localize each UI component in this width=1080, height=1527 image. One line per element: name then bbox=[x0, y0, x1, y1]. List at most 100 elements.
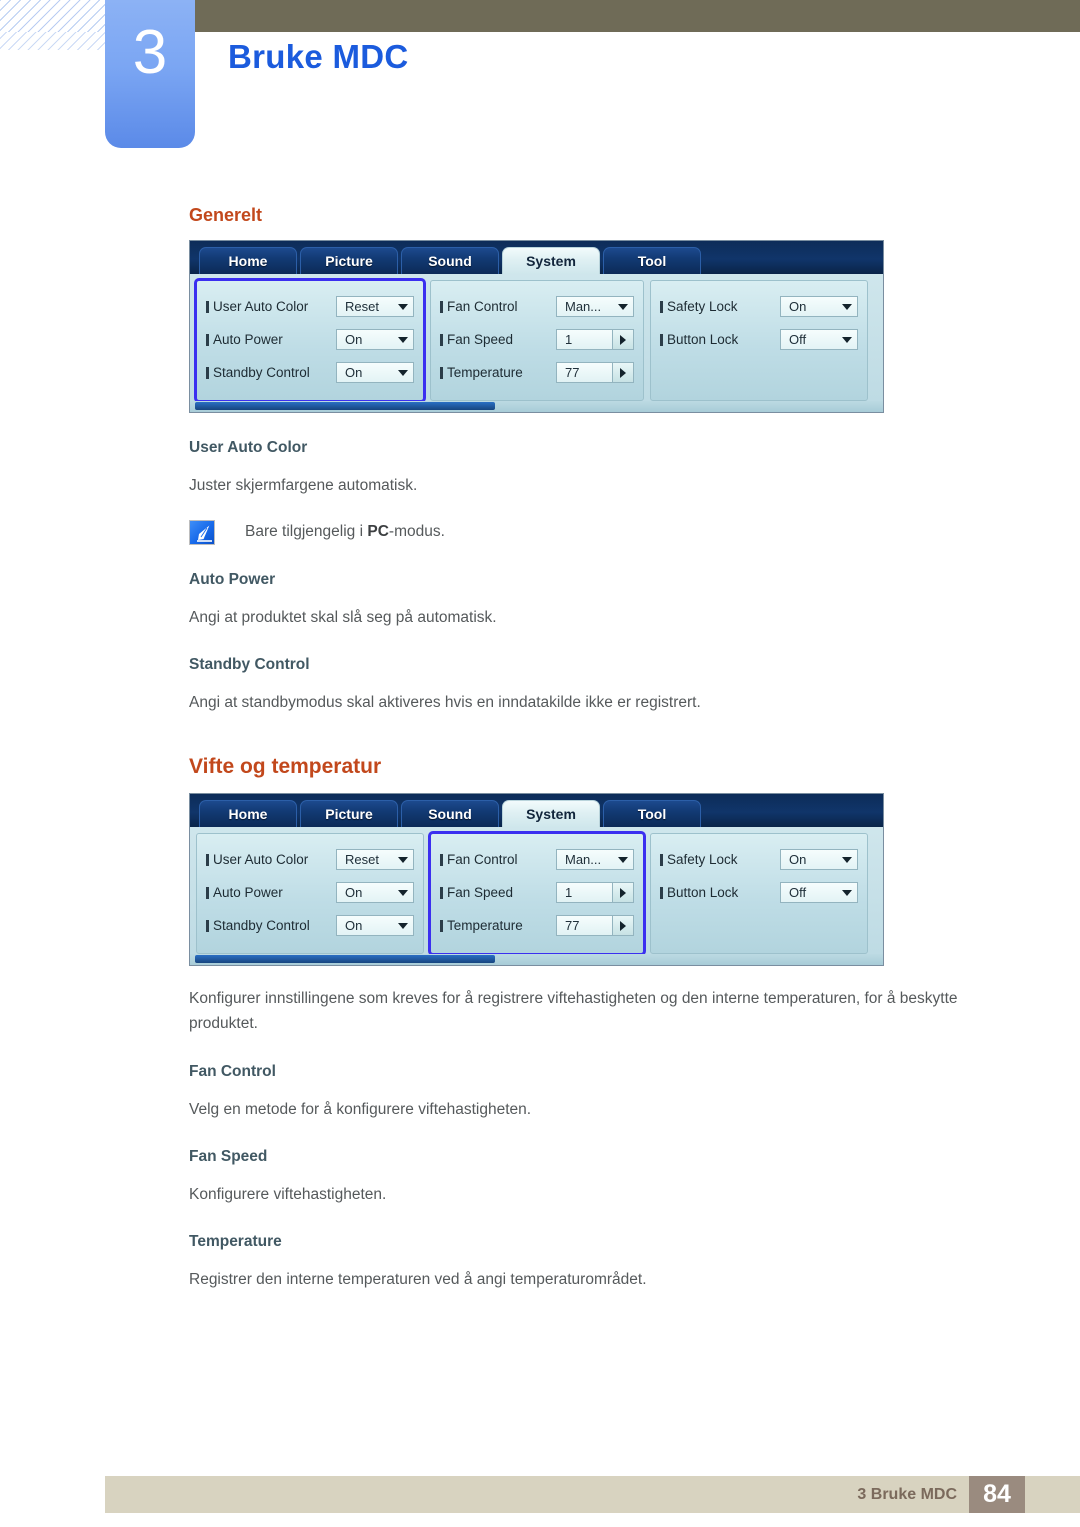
spinner-value-temperature[interactable]: 77 bbox=[556, 362, 612, 383]
chevron-down-icon bbox=[842, 889, 852, 896]
dropdown-button-lock[interactable]: Off bbox=[780, 329, 858, 350]
label-safety-lock: Safety Lock bbox=[667, 299, 738, 314]
label-fan-control-2: Fan Control bbox=[447, 852, 518, 868]
tab-home[interactable]: Home bbox=[199, 247, 297, 274]
bullet-tick-icon bbox=[440, 919, 443, 932]
dropdown-fan-control-2[interactable]: Man... bbox=[556, 849, 634, 871]
dropdown-auto-power-2[interactable]: On bbox=[336, 882, 414, 904]
dropdown-button-lock-2[interactable]: Off bbox=[780, 882, 858, 904]
row-standby-control: Standby Control On bbox=[206, 356, 414, 389]
tab-picture[interactable]: Picture bbox=[300, 247, 398, 274]
note-block: Bare tilgjengelig i PC-modus. bbox=[189, 520, 1019, 546]
header-hatch-pattern bbox=[0, 0, 108, 32]
desc-auto-power: Angi at produktet skal slå seg på automa… bbox=[189, 609, 497, 627]
dropdown-value-standby-control: On bbox=[345, 365, 363, 380]
chapter-number: 3 bbox=[132, 18, 168, 87]
spinner-value-fan-speed[interactable]: 1 bbox=[556, 329, 612, 350]
dropdown-value-fan-control: Man... bbox=[565, 299, 602, 314]
horizontal-scrollbar[interactable] bbox=[195, 402, 495, 410]
bullet-tick-icon bbox=[440, 853, 443, 866]
row-standby-control-2: Standby Control On bbox=[206, 909, 414, 942]
spinner-temperature[interactable]: 77 bbox=[556, 362, 634, 383]
dropdown-value-auto-power: On bbox=[345, 332, 363, 347]
mdc-screenshot-fan: Home Picture Sound System Tool User Auto… bbox=[189, 793, 884, 967]
chevron-right-icon bbox=[620, 367, 626, 378]
spinner-increment-button-fan-speed-2[interactable] bbox=[612, 882, 634, 904]
mdc-tab-bar-2: Home Picture Sound System Tool bbox=[190, 794, 883, 828]
dropdown-safety-lock-2[interactable]: On bbox=[780, 849, 858, 871]
dropdown-value-auto-power-2: On bbox=[345, 885, 363, 901]
spinner-increment-button-temperature[interactable] bbox=[612, 362, 634, 383]
chevron-right-icon bbox=[620, 334, 626, 345]
header-hatch-pattern-lower bbox=[0, 32, 108, 50]
settings-group-general: User Auto Color Reset Auto Power On Stan… bbox=[194, 278, 426, 403]
label-standby-control-2: Standby Control bbox=[213, 918, 310, 934]
label-button-lock-2: Button Lock bbox=[667, 885, 739, 901]
settings-group-lock: Safety Lock On Button Lock Off bbox=[650, 280, 868, 401]
spinner-fan-speed[interactable]: 1 bbox=[556, 329, 634, 350]
term-auto-power: Auto Power bbox=[189, 571, 276, 589]
label-auto-power: Auto Power bbox=[213, 332, 283, 347]
chevron-down-icon bbox=[398, 856, 408, 863]
spinner-value-temperature-2[interactable]: 77 bbox=[556, 915, 612, 937]
bullet-tick-icon bbox=[440, 366, 443, 379]
dropdown-user-auto-color[interactable]: Reset bbox=[336, 296, 414, 317]
dropdown-standby-control-2[interactable]: On bbox=[336, 915, 414, 937]
bullet-tick-icon bbox=[440, 333, 443, 346]
bullet-tick-icon bbox=[206, 853, 209, 866]
dropdown-user-auto-color-2[interactable]: Reset bbox=[336, 849, 414, 871]
mdc-tab-bar: Home Picture Sound System Tool bbox=[190, 241, 883, 274]
tab-tool-2[interactable]: Tool bbox=[603, 800, 701, 828]
spinner-fan-speed-2[interactable]: 1 bbox=[556, 882, 634, 904]
bullet-tick-icon bbox=[440, 886, 443, 899]
bullet-tick-icon bbox=[206, 300, 209, 313]
tab-picture-2[interactable]: Picture bbox=[300, 800, 398, 828]
note-bold-term: PC bbox=[367, 523, 389, 541]
dropdown-value-fan-control-2: Man... bbox=[565, 852, 602, 868]
row-safety-lock-2: Safety Lock On bbox=[660, 843, 858, 876]
section-heading-vifte: Vifte og temperatur bbox=[189, 755, 382, 779]
page-title: Bruke MDC bbox=[228, 38, 409, 75]
row-user-auto-color: User Auto Color Reset bbox=[206, 290, 414, 323]
tab-system-2[interactable]: System bbox=[502, 800, 600, 828]
tab-sound[interactable]: Sound bbox=[401, 247, 499, 274]
chevron-down-icon bbox=[618, 856, 628, 863]
note-suffix: -modus. bbox=[388, 523, 445, 541]
chevron-down-icon bbox=[398, 336, 408, 343]
row-fan-speed: Fan Speed 1 bbox=[440, 323, 634, 356]
note-prefix: Bare tilgjengelig i bbox=[245, 523, 368, 541]
tab-tool[interactable]: Tool bbox=[603, 247, 701, 274]
row-fan-control-2: Fan Control Man... bbox=[440, 843, 634, 876]
label-fan-speed-2: Fan Speed bbox=[447, 885, 514, 901]
row-empty-spacer-2 bbox=[660, 909, 858, 942]
tab-system[interactable]: System bbox=[502, 247, 600, 274]
dropdown-safety-lock[interactable]: On bbox=[780, 296, 858, 317]
mdc-scrollbar-area bbox=[190, 401, 883, 412]
tab-sound-2[interactable]: Sound bbox=[401, 800, 499, 828]
horizontal-scrollbar-2[interactable] bbox=[195, 955, 495, 964]
row-temperature-2: Temperature 77 bbox=[440, 909, 634, 942]
desc-fan-intro: Konfigurer innstillingene som kreves for… bbox=[189, 990, 958, 1033]
spinner-increment-button-temperature-2[interactable] bbox=[612, 915, 634, 937]
bullet-tick-icon bbox=[660, 886, 663, 899]
mdc-panel-body-2: User Auto Color Reset Auto Power On Stan… bbox=[190, 827, 883, 957]
row-button-lock-2: Button Lock Off bbox=[660, 876, 858, 909]
mdc-screenshot-general: Home Picture Sound System Tool User Auto… bbox=[189, 240, 884, 413]
tab-home-2[interactable]: Home bbox=[199, 800, 297, 828]
label-fan-control: Fan Control bbox=[447, 299, 518, 314]
dropdown-value-user-auto-color-2: Reset bbox=[345, 852, 379, 868]
term-fan-speed: Fan Speed bbox=[189, 1147, 268, 1165]
chevron-down-icon bbox=[398, 889, 408, 896]
label-safety-lock-2: Safety Lock bbox=[667, 852, 738, 868]
footer-chapter-label: 3 Bruke MDC bbox=[857, 1486, 957, 1503]
dropdown-standby-control[interactable]: On bbox=[336, 362, 414, 383]
chevron-right-icon bbox=[620, 920, 626, 931]
dropdown-auto-power[interactable]: On bbox=[336, 329, 414, 350]
spinner-value-fan-speed-2[interactable]: 1 bbox=[556, 882, 612, 904]
bullet-tick-icon bbox=[660, 333, 663, 346]
spinner-increment-button-fan-speed[interactable] bbox=[612, 329, 634, 350]
spinner-temperature-2[interactable]: 77 bbox=[556, 915, 634, 937]
page-number-box: 84 bbox=[969, 1476, 1025, 1513]
term-standby-control: Standby Control bbox=[189, 656, 310, 674]
dropdown-fan-control[interactable]: Man... bbox=[556, 296, 634, 317]
